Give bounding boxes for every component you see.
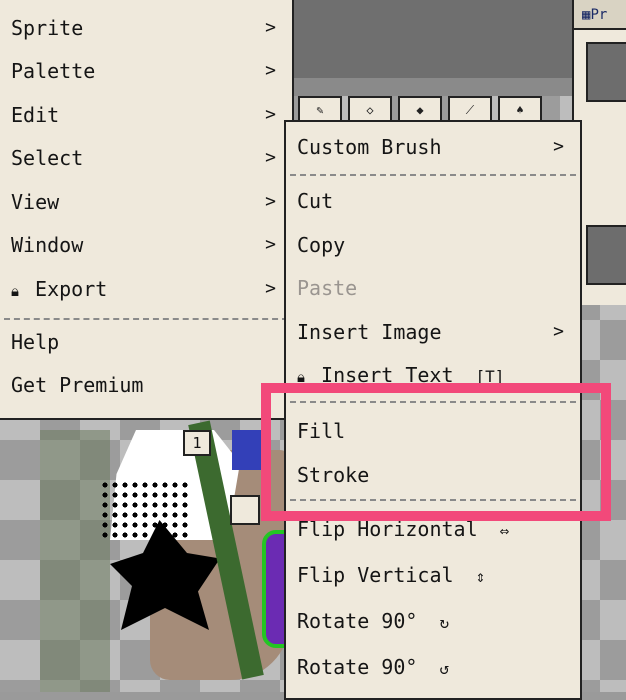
menu-item-copy[interactable]: Copy (286, 226, 580, 264)
menu-item-sprite[interactable]: Sprite > (0, 9, 292, 47)
menu-item-help[interactable]: Help (0, 323, 292, 361)
edit-submenu: Custom Brush > Cut Copy Paste Insert Ima… (284, 120, 582, 700)
menu-item-cut[interactable]: Cut (286, 182, 580, 220)
menu-item-edit[interactable]: Edit > (0, 96, 292, 134)
menu-item-label: Insert Image (297, 320, 442, 344)
menu-item-palette[interactable]: Palette > (0, 52, 292, 90)
menu-separator (290, 174, 576, 176)
chevron-right-icon: > (265, 17, 276, 38)
chevron-right-icon: > (553, 321, 564, 342)
chevron-right-icon: > (265, 147, 276, 168)
menu-item-label: Insert Text (321, 363, 454, 387)
menu-item-rotate-cw[interactable]: Rotate 90° ↻ (286, 602, 580, 640)
menu-item-label: Custom Brush (297, 135, 442, 159)
menu-item-export[interactable]: 🔒︎ Export > (0, 270, 292, 308)
panel-title: Pr (590, 7, 608, 23)
menu-item-label: Select (11, 146, 84, 170)
menu-item-flip-vertical[interactable]: Flip Vertical ⇕ (286, 556, 580, 594)
menu-item-rotate-ccw[interactable]: Rotate 90° ↺ (286, 648, 580, 686)
chevron-right-icon: > (265, 234, 276, 255)
flip-vertical-icon: ⇕ (475, 567, 486, 586)
menu-item-label: Copy (297, 233, 346, 257)
fill-tool-button[interactable]: ◆ (398, 96, 442, 122)
menu-item-label: Paste (297, 276, 358, 300)
chevron-right-icon: > (553, 136, 564, 157)
menu-item-label: Help (11, 330, 60, 354)
menu-item-label: Window (11, 233, 84, 257)
menu-item-label: Flip Vertical (297, 563, 454, 587)
layer-badge[interactable]: 1 (183, 430, 211, 456)
rotate-cw-icon: ↻ (439, 613, 450, 632)
menu-item-label: Flip Horizontal (297, 517, 478, 541)
chevron-right-icon: > (265, 104, 276, 125)
rotate-ccw-icon: ↺ (439, 659, 450, 678)
shape-tool-button[interactable]: ◇ (348, 96, 392, 122)
main-menu: Sprite > Palette > Edit > Select > View … (0, 0, 294, 420)
menu-separator (4, 318, 288, 320)
menu-item-insert-image[interactable]: Insert Image > (286, 313, 580, 351)
pipette-tool-button[interactable]: ♠ (498, 96, 542, 122)
lock-icon: 🔒︎ (297, 368, 305, 386)
menu-item-paste: Paste (286, 269, 580, 307)
menu-item-label: Rotate 90° (297, 655, 418, 679)
menu-item-flip-horizontal[interactable]: Flip Horizontal ⇔ (286, 510, 580, 548)
menu-item-view[interactable]: View > (0, 183, 292, 221)
menu-separator (290, 499, 576, 501)
menu-item-label: Get Premium (11, 373, 144, 397)
flip-horizontal-icon: ⇔ (499, 521, 510, 540)
canvas-pixel-region (232, 430, 262, 470)
line-tool-button[interactable]: ⟋ (448, 96, 492, 122)
pencil-tool-button[interactable]: ✎ (298, 96, 342, 122)
menu-item-label: Export (35, 277, 108, 301)
canvas-pixel-region (40, 430, 110, 692)
menu-item-fill[interactable]: Fill (286, 412, 580, 450)
canvas-handle[interactable] (230, 495, 260, 525)
menu-item-label: Sprite (11, 16, 84, 40)
menu-item-label: Rotate 90° (297, 609, 418, 633)
tool-buttons: ✎ ◇ ◆ ⟋ ♠ (298, 96, 548, 122)
menu-item-get-premium[interactable]: Get Premium (0, 366, 292, 404)
menu-item-stroke[interactable]: Stroke (286, 456, 580, 494)
canvas-pixel-region (100, 480, 190, 540)
menu-item-select[interactable]: Select > (0, 139, 292, 177)
lock-icon: 🔒︎ (11, 282, 19, 300)
menu-item-label: View (11, 190, 60, 214)
menu-separator (290, 401, 576, 403)
panel-slot[interactable] (586, 225, 626, 285)
preview-panel-header[interactable]: ▦Pr (572, 0, 626, 30)
panel-slot[interactable] (586, 42, 626, 102)
menu-item-window[interactable]: Window > (0, 226, 292, 264)
chevron-right-icon: > (265, 60, 276, 81)
text-tool-icon: [T] (475, 367, 505, 386)
menu-item-custom-brush[interactable]: Custom Brush > (286, 128, 580, 166)
menu-item-label: Cut (297, 189, 334, 213)
menu-item-insert-text[interactable]: 🔒︎ Insert Text [T] (286, 356, 580, 394)
menu-item-label: Edit (11, 103, 60, 127)
chevron-right-icon: > (265, 191, 276, 212)
menu-item-label: Stroke (297, 463, 370, 487)
menu-item-label: Palette (11, 59, 96, 83)
menu-item-label: Fill (297, 419, 346, 443)
chevron-right-icon: > (265, 278, 276, 299)
